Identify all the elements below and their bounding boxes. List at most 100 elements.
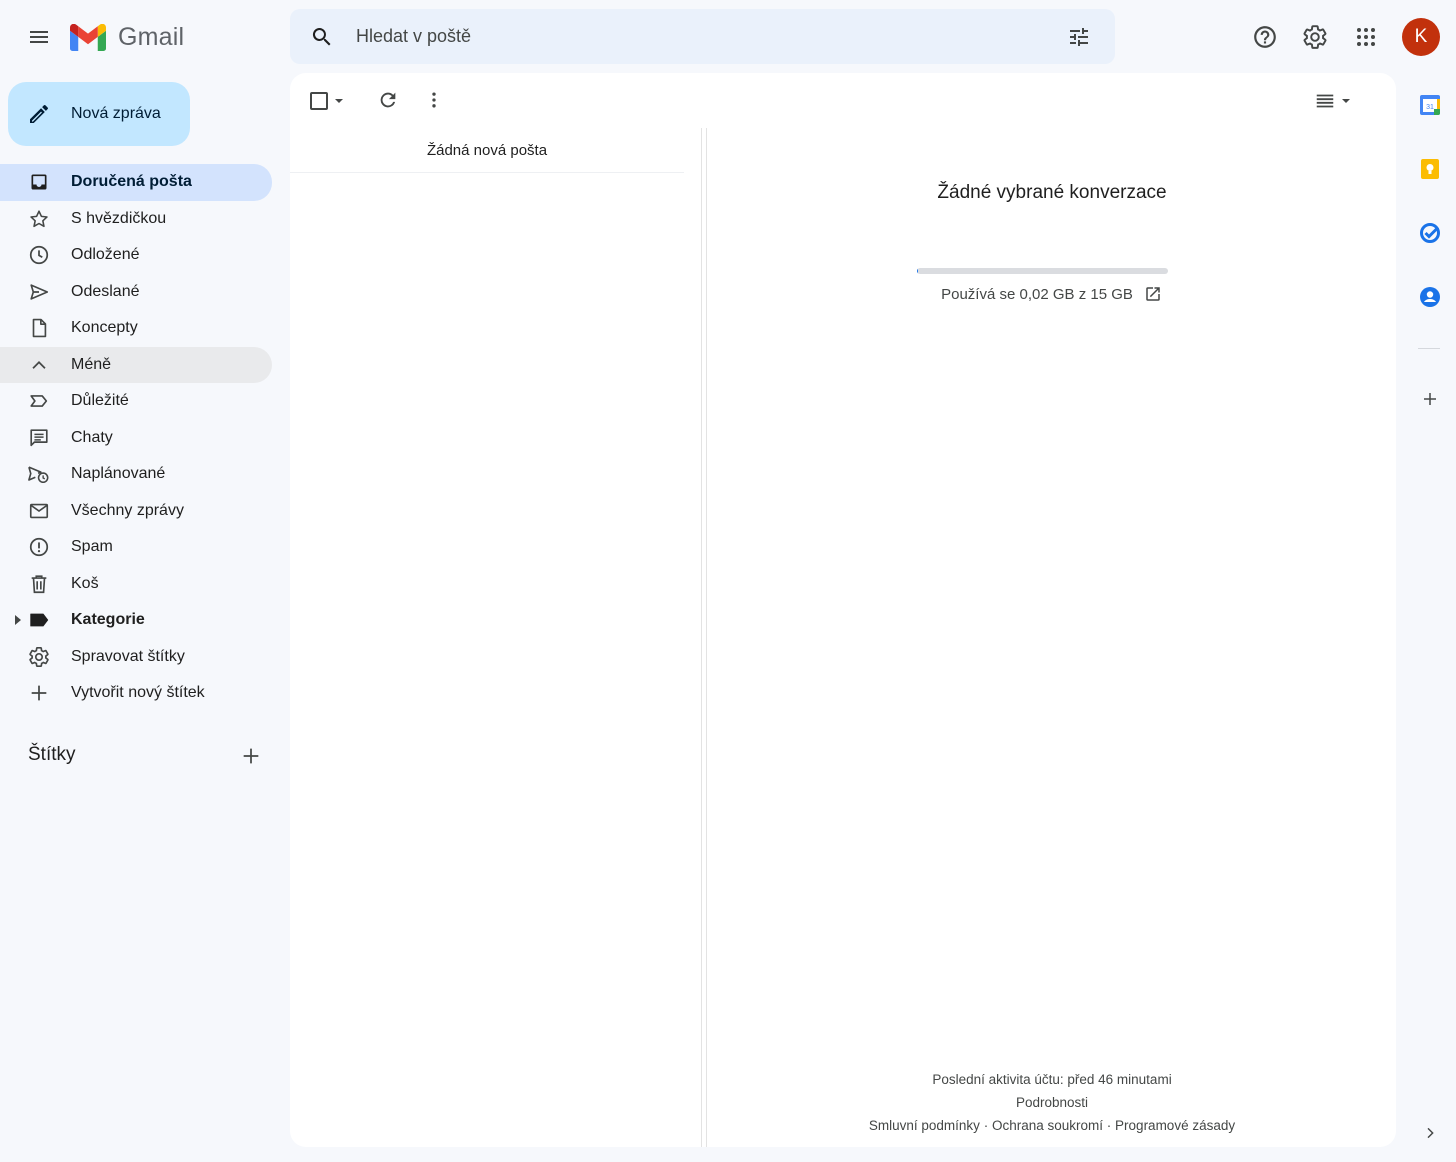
scheduled-icon — [26, 461, 52, 487]
sidebar-item-label: Spravovat štítky — [71, 647, 185, 665]
mail-icon — [26, 498, 52, 524]
storage-usage-text: Používá se 0,02 GB z 15 GB — [941, 285, 1133, 303]
sidebar-item-label: Koš — [71, 574, 99, 592]
manage-storage-link[interactable] — [1143, 284, 1163, 304]
plus-icon — [243, 748, 259, 764]
search-options-button[interactable] — [1055, 13, 1103, 61]
settings-button[interactable] — [1291, 13, 1339, 61]
caret-down-icon — [1342, 99, 1350, 103]
search-button[interactable] — [294, 9, 350, 64]
list-density-icon — [1316, 94, 1334, 108]
sidebar-item-create-label[interactable]: Vytvořit nový štítek — [0, 675, 272, 712]
chevron-up-icon — [26, 352, 52, 378]
search-input[interactable] — [350, 9, 1055, 64]
sidebar-item-important[interactable]: Důležité — [0, 383, 272, 420]
policies-link[interactable]: Programové zásady — [1115, 1118, 1235, 1133]
more-options-button[interactable] — [416, 82, 452, 118]
sidebar-item-label: Doručená pošta — [71, 173, 192, 191]
sidebar-item-snoozed[interactable]: Odložené — [0, 237, 272, 274]
gmail-logo[interactable]: Gmail — [70, 20, 184, 54]
sidebar-item-less[interactable]: Méně — [0, 346, 272, 383]
show-side-panel-button[interactable] — [1413, 1116, 1447, 1150]
sidebar-item-spam[interactable]: Spam — [0, 529, 272, 566]
caret-right-icon[interactable] — [14, 614, 24, 626]
plus-icon — [26, 680, 52, 706]
apps-grid-icon — [1357, 28, 1375, 46]
add-label-button[interactable] — [233, 738, 269, 774]
main-menu-button[interactable] — [16, 14, 62, 60]
footer-separator: · — [1106, 1118, 1112, 1133]
calendar-icon: 31 — [1420, 95, 1440, 115]
terms-link[interactable]: Smluvní podmínky — [869, 1118, 980, 1133]
sidebar-item-categories[interactable]: Kategorie — [0, 602, 272, 639]
plus-icon — [1424, 393, 1436, 405]
gear-icon — [1303, 25, 1327, 49]
inbox-icon — [26, 169, 52, 195]
google-apps-button[interactable] — [1342, 13, 1390, 61]
privacy-link[interactable]: Ochrana soukromí — [992, 1118, 1103, 1133]
contacts-app-button[interactable] — [1413, 280, 1447, 314]
sidebar-item-trash[interactable]: Koš — [0, 566, 272, 603]
sidebar-item-manage-labels[interactable]: Spravovat štítky — [0, 639, 272, 676]
gmail-wordmark: Gmail — [118, 22, 185, 51]
gmail-m-icon — [70, 23, 106, 51]
main-panel: Žádná nová pošta Žádné vybrané konverzac… — [290, 73, 1396, 1147]
open-in-new-icon — [1146, 287, 1160, 301]
more-vert-icon — [432, 92, 436, 108]
page-footer: Poslední aktivita účtu: před 46 minutami… — [708, 1068, 1396, 1137]
sidebar-item-all-mail[interactable]: Všechny zprávy — [0, 493, 272, 530]
search-icon — [312, 27, 331, 45]
sidebar-item-label: Koncepty — [71, 319, 138, 337]
trash-icon — [26, 571, 52, 597]
search-bar — [290, 9, 1115, 64]
sidebar-item-label: Méně — [71, 355, 112, 373]
labels-title: Štítky — [28, 744, 76, 765]
empty-inbox-message: Žádná nová pošta — [290, 128, 684, 173]
sidebar-item-drafts[interactable]: Koncepty — [0, 310, 272, 347]
gear-icon — [26, 644, 52, 670]
important-icon — [26, 388, 52, 414]
compose-button[interactable]: Nová zpráva — [8, 82, 190, 146]
sidebar-item-scheduled[interactable]: Naplánované — [0, 456, 272, 493]
svg-text:31: 31 — [1426, 104, 1434, 111]
pane-divider[interactable] — [706, 128, 707, 1147]
tasks-app-button[interactable] — [1413, 216, 1447, 250]
send-icon — [26, 279, 52, 305]
sidebar-item-label: Odložené — [71, 246, 140, 264]
sidebar-item-label: Důležité — [71, 392, 129, 410]
labels-section-header: Štítky — [0, 738, 272, 774]
spam-icon — [26, 534, 52, 560]
sidebar-item-sent[interactable]: Odeslané — [0, 274, 272, 311]
sidebar-item-label: Kategorie — [71, 611, 145, 629]
select-all-checkbox[interactable] — [304, 85, 350, 117]
get-addons-button[interactable] — [1413, 382, 1447, 416]
tune-icon — [1070, 27, 1088, 46]
sidebar-nav: Doručená pošta S hvězdičkou Odložené Ode… — [0, 164, 272, 712]
calendar-app-button[interactable]: 31 — [1413, 88, 1447, 122]
hamburger-icon — [30, 31, 48, 43]
compose-label: Nová zpráva — [71, 105, 161, 122]
checkbox-icon — [310, 92, 328, 110]
split-pane-toggle[interactable] — [1308, 85, 1358, 117]
sidebar-item-label: Odeslané — [71, 282, 140, 300]
footer-separator: · — [983, 1118, 989, 1133]
keep-app-button[interactable] — [1413, 152, 1447, 186]
help-icon — [1254, 26, 1276, 48]
label-icon — [26, 607, 52, 633]
caret-down-icon — [335, 99, 343, 103]
refresh-button[interactable] — [370, 82, 406, 118]
draft-icon — [26, 315, 52, 341]
help-button[interactable] — [1241, 13, 1289, 61]
details-link[interactable]: Podrobnosti — [1016, 1095, 1088, 1110]
tasks-icon — [1420, 223, 1440, 243]
clock-icon — [26, 242, 52, 268]
sidebar-item-label: Naplánované — [71, 465, 166, 483]
pencil-icon — [30, 104, 49, 123]
account-avatar[interactable]: K — [1402, 18, 1440, 56]
sidebar-item-inbox[interactable]: Doručená pošta — [0, 164, 272, 201]
sidebar-item-label: Spam — [71, 538, 113, 556]
reading-pane: Žádné vybrané konverzace Používá se 0,02… — [708, 128, 1396, 1147]
sidebar-item-chats[interactable]: Chaty — [0, 420, 272, 457]
sidebar-item-starred[interactable]: S hvězdičkou — [0, 201, 272, 238]
sidebar-item-label: Všechny zprávy — [71, 501, 184, 519]
